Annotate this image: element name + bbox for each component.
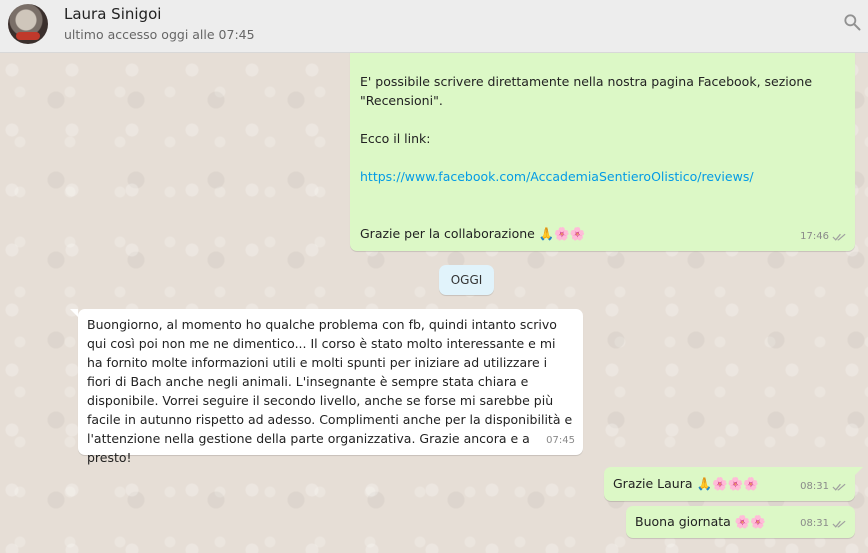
chat-header: Laura Sinigoi ultimo accesso oggi alle 0… [0, 0, 868, 53]
message-time: 17:46 [800, 231, 829, 242]
message-meta: 08:31 [800, 477, 847, 496]
message-time: 08:31 [800, 518, 829, 529]
message-bubble-outgoing[interactable]: E' possibile scrivere direttamente nella… [350, 52, 855, 251]
search-icon[interactable] [842, 12, 862, 32]
date-divider: OGGI [439, 265, 494, 295]
message-meta: 08:31 [800, 514, 847, 533]
message-text: Grazie Laura 🙏🌸🌸🌸 [613, 476, 759, 491]
message-text: Buongiorno, al momento ho qualche proble… [87, 317, 573, 465]
message-line [360, 186, 845, 205]
message-line: Grazie per la collaborazione 🙏🌸🌸 [360, 226, 586, 241]
message-bubble-incoming[interactable]: Buongiorno, al momento ho qualche proble… [70, 309, 583, 465]
message-time: 08:31 [800, 481, 829, 492]
message-text: Buona giornata 🌸🌸 [635, 514, 766, 529]
last-seen-status: ultimo accesso oggi alle 07:45 [64, 27, 255, 42]
read-receipt-icon [832, 233, 846, 241]
message-line [360, 110, 845, 129]
contact-name[interactable]: Laura Sinigoi [64, 5, 161, 23]
message-bubble-outgoing[interactable]: Buona giornata 🌸🌸 08:31 [626, 506, 855, 538]
message-bubble-outgoing[interactable]: Grazie Laura 🙏🌸🌸🌸 08:31 [604, 467, 863, 501]
contact-avatar[interactable] [8, 4, 48, 44]
read-receipt-icon [832, 520, 846, 528]
message-line: "Recensioni". [360, 93, 443, 108]
read-receipt-icon [832, 483, 846, 491]
message-line [360, 205, 845, 224]
message-meta: 07:45 [546, 431, 575, 450]
message-time: 07:45 [546, 435, 575, 446]
message-line [360, 148, 845, 167]
message-line: E' possibile scrivere direttamente nella… [360, 74, 813, 89]
message-line: Ecco il link: [360, 131, 431, 146]
message-link[interactable]: https://www.facebook.com/AccademiaSentie… [360, 167, 845, 186]
message-meta: 17:46 [800, 227, 847, 246]
